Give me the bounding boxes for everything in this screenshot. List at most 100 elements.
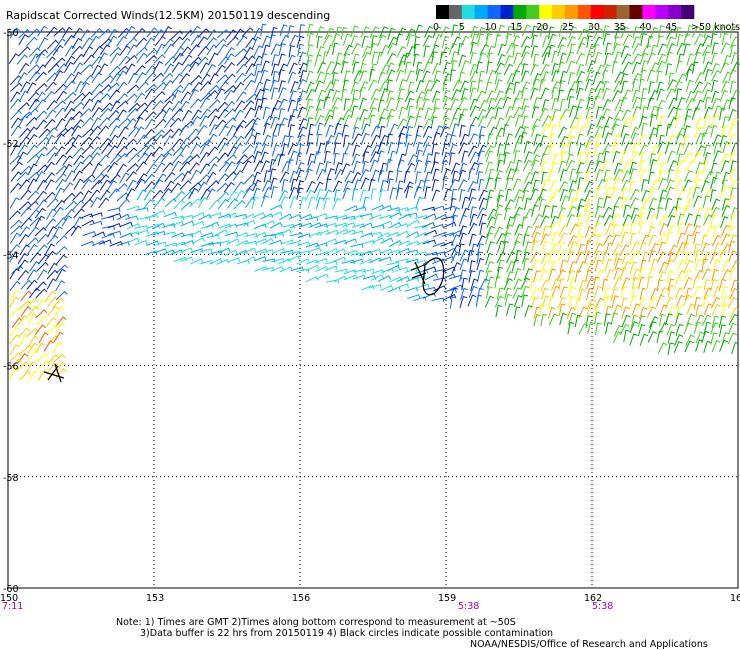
wind-barb [126,84,139,94]
wind-barb [199,143,210,155]
wind-barb [683,125,691,138]
wind-barb [199,108,211,120]
wind-barb [538,303,546,316]
wind-barb [403,170,411,184]
wind-barb [17,315,29,326]
wind-barb [314,114,325,127]
wind-barb [208,212,222,218]
wind-barb [389,150,397,164]
wind-barb [622,89,632,102]
wind-barb [694,99,705,112]
wind-barb [287,159,294,172]
wind-barb [135,72,146,84]
wind-barb [639,333,649,346]
legend-swatch [513,5,527,19]
wind-barb [171,108,184,119]
wind-barb [55,254,67,265]
contamination-circle [410,261,428,285]
wind-barb [497,43,506,56]
wind-barb [388,276,403,283]
wind-barb [118,198,131,209]
wind-barb [461,87,469,101]
wind-barb [667,331,676,344]
wind-barb [245,134,256,146]
wind-barb [137,108,149,120]
wind-barb [324,238,338,244]
wind-barb [359,168,370,181]
wind-barb [351,53,360,66]
wind-barb [601,278,609,292]
wind-barb [727,123,737,136]
wind-barb [10,98,22,110]
wind-barb [296,180,305,193]
wind-barb [673,249,683,262]
wind-barb [79,82,90,94]
wind-barb [430,44,440,57]
wind-barb [513,52,522,65]
wind-barb [415,141,424,155]
wind-barb [431,189,441,202]
wind-barb [477,115,487,128]
wind-barb [181,82,193,94]
wind-barb [459,258,468,271]
wind-barb [622,61,633,74]
wind-barb [205,188,216,200]
wind-barb [19,127,31,138]
wind-barb [469,206,477,219]
wind-barb [26,297,39,308]
wind-barb [350,105,359,118]
wind-barb [314,257,328,264]
wind-barb [134,178,146,190]
wind-barb [325,178,332,191]
contamination-circle [43,363,65,383]
wind-barb [521,294,529,307]
wind-barb [539,215,550,228]
legend-swatch [474,5,488,19]
wind-barb [369,68,376,82]
wind-barb [317,142,325,155]
wind-barb [685,79,694,93]
legend-swatch [500,5,514,19]
wind-barb [278,117,289,130]
wind-barb [702,294,711,307]
wind-barb [135,37,148,48]
wind-barb [235,63,248,74]
wind-barb [208,99,221,109]
wind-barb [404,286,418,292]
wind-barb [461,150,469,163]
legend-swatch [448,5,463,19]
wind-barb [521,24,531,37]
wind-barb [667,305,676,319]
wind-barb [171,138,184,149]
wind-barb [503,143,511,157]
wind-barb [467,249,475,263]
wind-barb [710,114,720,127]
wind-barb [646,52,656,65]
wind-barb [46,197,59,208]
wind-barb [531,34,539,48]
wind-barb [217,191,230,202]
wind-barb [270,116,279,129]
lon-label: 159 [438,593,456,604]
wind-barb [108,117,121,128]
wind-barb [64,80,76,91]
wind-barb [458,214,467,227]
wind-barb [62,181,74,193]
wind-barb [16,361,30,371]
legend-swatch [552,5,566,19]
wind-barb [8,334,21,345]
wind-barb [711,315,720,329]
wind-barb [470,33,479,46]
wind-barb [684,340,694,353]
wind-barb [541,99,550,112]
wind-barb [604,258,613,271]
wind-barb [594,311,601,325]
wind-barb [19,370,32,381]
wind-barb [188,61,200,73]
wind-barb [254,238,268,244]
wind-barb [523,140,532,154]
wind-barb [334,26,343,39]
wind-barb [10,125,22,137]
wind-barb [674,115,682,128]
wind-barb [79,108,92,118]
